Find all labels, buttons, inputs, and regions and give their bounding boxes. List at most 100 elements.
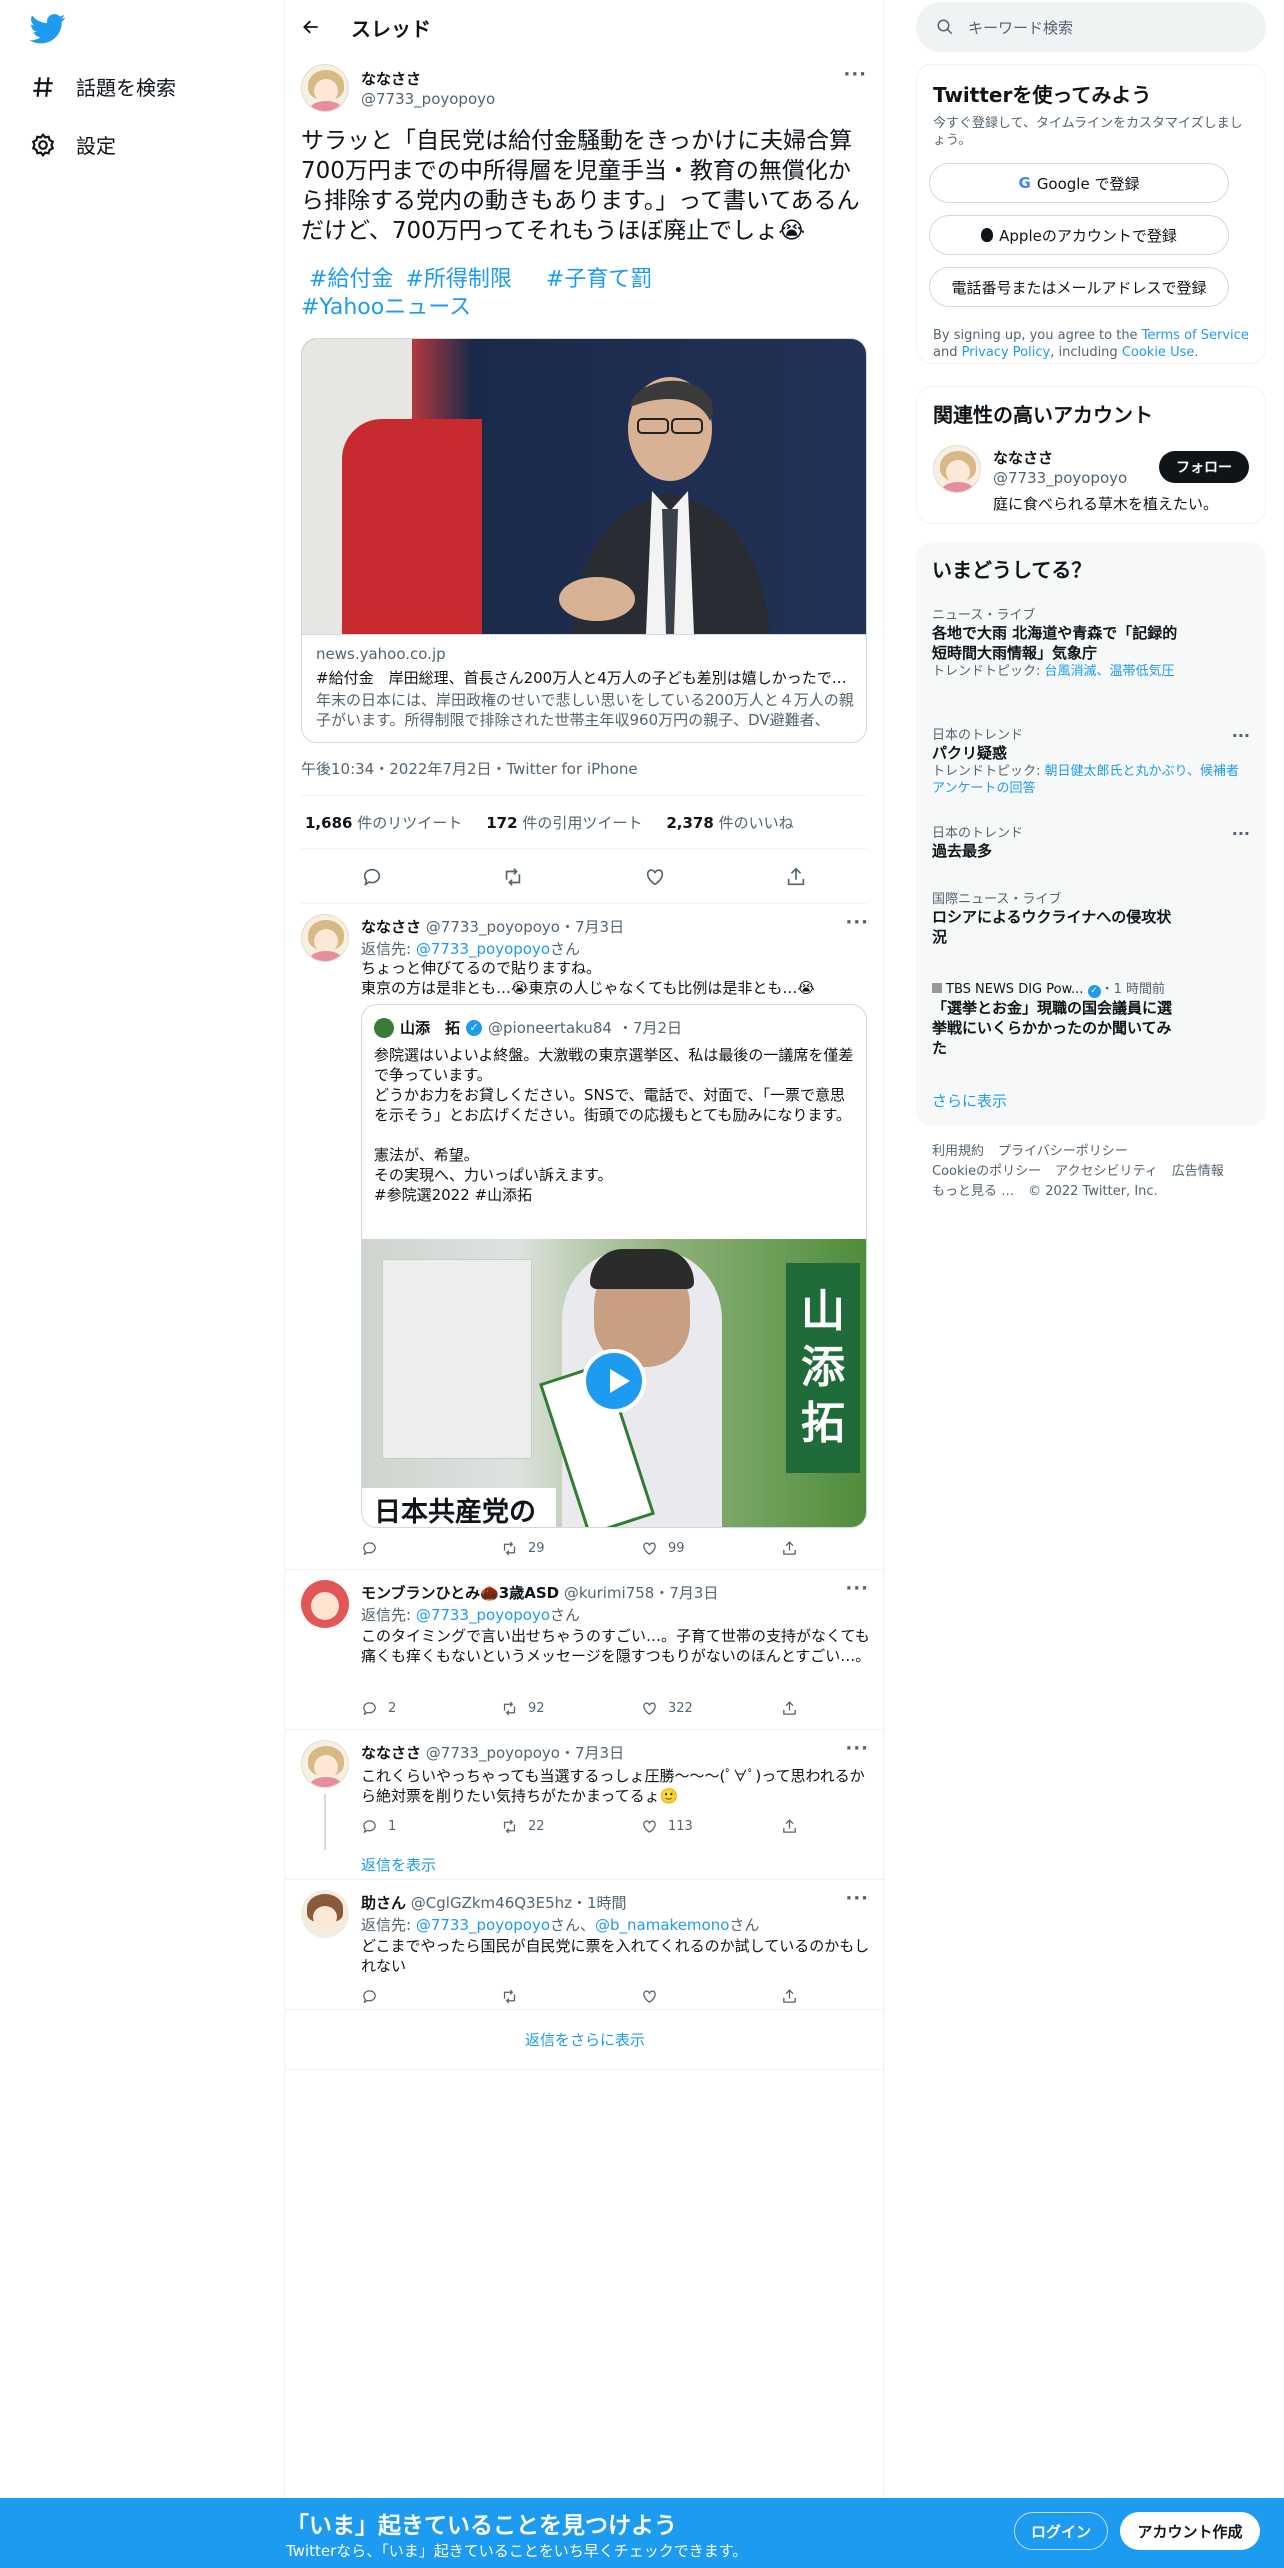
- trend-item[interactable]: 国際ニュース・ライブ ロシアによるウクライナへの侵攻状況: [932, 888, 1242, 947]
- reply-date[interactable]: ・7月3日: [560, 918, 624, 936]
- retweet-icon[interactable]: [502, 866, 524, 888]
- google-signup-button[interactable]: G Google で登録: [929, 163, 1229, 203]
- trend-topic-link[interactable]: 台風消滅、温帯低気圧: [1045, 664, 1175, 679]
- nav-explore[interactable]: 話題を検索: [30, 72, 176, 101]
- reply-author-handle[interactable]: @7733_poyopoyo: [426, 918, 560, 936]
- show-more-replies-button[interactable]: 返信をさらに表示: [285, 2010, 885, 2070]
- share-icon: [783, 1701, 796, 1715]
- reply-author-handle[interactable]: @kurimi758: [564, 1584, 654, 1602]
- reply-action[interactable]: 1: [361, 1818, 421, 1835]
- apple-signup-button[interactable]: Appleのアカウントで登録: [929, 215, 1229, 255]
- more-options-icon[interactable]: ···: [845, 912, 869, 933]
- like-action[interactable]: [641, 1988, 701, 2005]
- reply-to-link[interactable]: @b_namakemono: [595, 1916, 729, 1934]
- reply-tweet[interactable]: ななささ @7733_poyopoyo・7月3日 ··· これくらいやっちゃって…: [285, 1730, 885, 1880]
- reply-author-name[interactable]: ななささ: [361, 918, 421, 936]
- login-button[interactable]: ログイン: [1014, 2512, 1108, 2550]
- trend-item[interactable]: 日本のトレンド 過去最多: [932, 822, 1242, 861]
- reply-author-name[interactable]: モンブランひとみ🌰3歳ASD: [361, 1584, 559, 1602]
- avatar[interactable]: [301, 64, 349, 112]
- retweet-count[interactable]: 1,686 件のリツイート: [305, 812, 462, 833]
- relevant-name[interactable]: ななささ: [993, 447, 1053, 468]
- more-options-icon[interactable]: ···: [1232, 726, 1250, 745]
- tweet-timestamp[interactable]: 午後10:34・2022年7月2日・Twitter for iPhone: [301, 758, 638, 779]
- nav-settings[interactable]: 設定: [30, 130, 116, 159]
- reply-date[interactable]: ・7月3日: [560, 1744, 624, 1762]
- footer-link[interactable]: Cookieのポリシー: [932, 1162, 1041, 1182]
- reply-tweet[interactable]: ななささ @7733_poyopoyo・7月3日 ··· 返信先: @7733_…: [285, 904, 885, 1570]
- reply-action[interactable]: 2: [361, 1700, 421, 1717]
- phone-signup-button[interactable]: 電話番号またはメールアドレスで登録: [929, 267, 1229, 307]
- reply-author-name[interactable]: ななささ: [361, 1744, 421, 1762]
- like-count[interactable]: 2,378 件のいいね: [666, 812, 793, 833]
- more-options-icon[interactable]: ···: [845, 1578, 869, 1599]
- reply-to-link[interactable]: @7733_poyopoyo: [416, 1916, 550, 1934]
- trend-item[interactable]: TBS NEWS DIG Pow... ✓ ・1 時間前 「選挙とお金」現職の国会…: [932, 978, 1242, 1058]
- avatar[interactable]: [301, 1890, 349, 1938]
- reply-tweet[interactable]: 助さん @CglGZkm46Q3E5hz・1時間 ··· 返信先: @7733_…: [285, 1880, 885, 2010]
- reply-date[interactable]: ・1時間: [572, 1894, 627, 1912]
- more-options-icon[interactable]: ···: [843, 64, 867, 85]
- retweet-action[interactable]: [501, 1988, 561, 2005]
- link-card[interactable]: news.yahoo.co.jp #給付金 岸田総理、首長さん200万人と4万人…: [301, 338, 867, 743]
- author-name[interactable]: ななささ: [361, 68, 421, 89]
- reply-author-handle[interactable]: @7733_poyopoyo: [426, 1744, 560, 1762]
- more-options-icon[interactable]: ···: [845, 1738, 869, 1759]
- share-action[interactable]: [781, 1988, 801, 2005]
- reply-tweet[interactable]: モンブランひとみ🌰3歳ASD @kurimi758・7月3日 ··· 返信先: …: [285, 1570, 885, 1730]
- footer-link[interactable]: プライバシーポリシー: [998, 1142, 1128, 1162]
- signup-button[interactable]: アカウント作成: [1120, 2512, 1260, 2550]
- trend-item[interactable]: 日本のトレンド パクリ疑惑 トレンドトピック: 朝日健太郎氏と丸かぶり、候補者ア…: [932, 724, 1242, 797]
- search-box[interactable]: キーワード検索: [916, 2, 1266, 52]
- retweet-action[interactable]: 29: [501, 1540, 561, 1557]
- footer-link[interactable]: 広告情報: [1172, 1162, 1224, 1182]
- share-action[interactable]: [781, 1818, 801, 1835]
- quoted-tweet[interactable]: 山添 拓 ✓ @pioneertaku84 ・7月2日 参院選はいよいよ終盤。大激戦の…: [361, 1004, 867, 1528]
- hashtag-link[interactable]: #Yahooニュース: [301, 295, 471, 320]
- avatar[interactable]: [933, 445, 981, 493]
- video-thumbnail[interactable]: 山添拓 日本共産党の: [362, 1239, 866, 1527]
- avatar[interactable]: [301, 1580, 349, 1628]
- more-options-icon[interactable]: ···: [1232, 824, 1250, 843]
- share-icon[interactable]: [785, 866, 807, 888]
- avatar[interactable]: [301, 1740, 349, 1788]
- reply-to-link[interactable]: @7733_poyopoyo: [416, 1606, 550, 1624]
- avatar[interactable]: [301, 914, 349, 962]
- trend-item[interactable]: ニュース・ライブ 各地で大雨 北海道や青森で「記録的短時間大雨情報」気象庁 トレ…: [932, 604, 1242, 680]
- footer-link[interactable]: もっと見る …: [932, 1182, 1014, 1202]
- hashtag-link[interactable]: #所得制限: [405, 267, 511, 292]
- reply-author-handle[interactable]: @CglGZkm46Q3E5hz: [411, 1894, 572, 1912]
- quote-count[interactable]: 172 件の引用ツイート: [486, 812, 642, 833]
- reply-to-link[interactable]: @7733_poyopoyo: [416, 940, 550, 958]
- author-handle[interactable]: @7733_poyopoyo: [361, 90, 495, 108]
- reply-action[interactable]: [361, 1988, 421, 2005]
- reply-author-name[interactable]: 助さん: [361, 1894, 406, 1912]
- hashtag-link[interactable]: #子育て罰: [546, 267, 652, 292]
- play-button-icon[interactable]: [582, 1349, 646, 1413]
- like-action[interactable]: 322: [641, 1700, 701, 1717]
- footer-link[interactable]: 利用規約: [932, 1142, 984, 1162]
- reply-icon[interactable]: [361, 866, 383, 888]
- relevant-handle[interactable]: @7733_poyopoyo: [993, 469, 1127, 487]
- footer-link[interactable]: アクセシビリティ: [1055, 1162, 1158, 1182]
- show-more-trends-link[interactable]: さらに表示: [932, 1090, 1007, 1111]
- show-thread-link[interactable]: 返信を表示: [361, 1854, 436, 1875]
- like-action[interactable]: 99: [641, 1540, 701, 1557]
- retweet-action[interactable]: 92: [501, 1700, 561, 1717]
- retweet-action[interactable]: 22: [501, 1818, 561, 1835]
- follow-button[interactable]: フォロー: [1159, 451, 1249, 483]
- terms-link[interactable]: Terms of Service: [1142, 328, 1249, 343]
- like-action[interactable]: 113: [641, 1818, 701, 1835]
- hashtag-link[interactable]: #給付金: [309, 267, 393, 292]
- like-icon[interactable]: [644, 866, 666, 888]
- twitter-logo-icon[interactable]: [30, 14, 66, 44]
- more-options-icon[interactable]: ···: [845, 1888, 869, 1909]
- back-arrow-icon[interactable]: [301, 17, 321, 37]
- reply-date[interactable]: ・7月3日: [654, 1584, 718, 1602]
- cookie-link[interactable]: Cookie Use: [1122, 345, 1195, 360]
- share-action[interactable]: [781, 1700, 801, 1717]
- share-action[interactable]: [781, 1540, 801, 1557]
- reply-action[interactable]: [361, 1540, 421, 1557]
- search-input[interactable]: キーワード検索: [968, 17, 1073, 38]
- privacy-link[interactable]: Privacy Policy: [962, 345, 1051, 360]
